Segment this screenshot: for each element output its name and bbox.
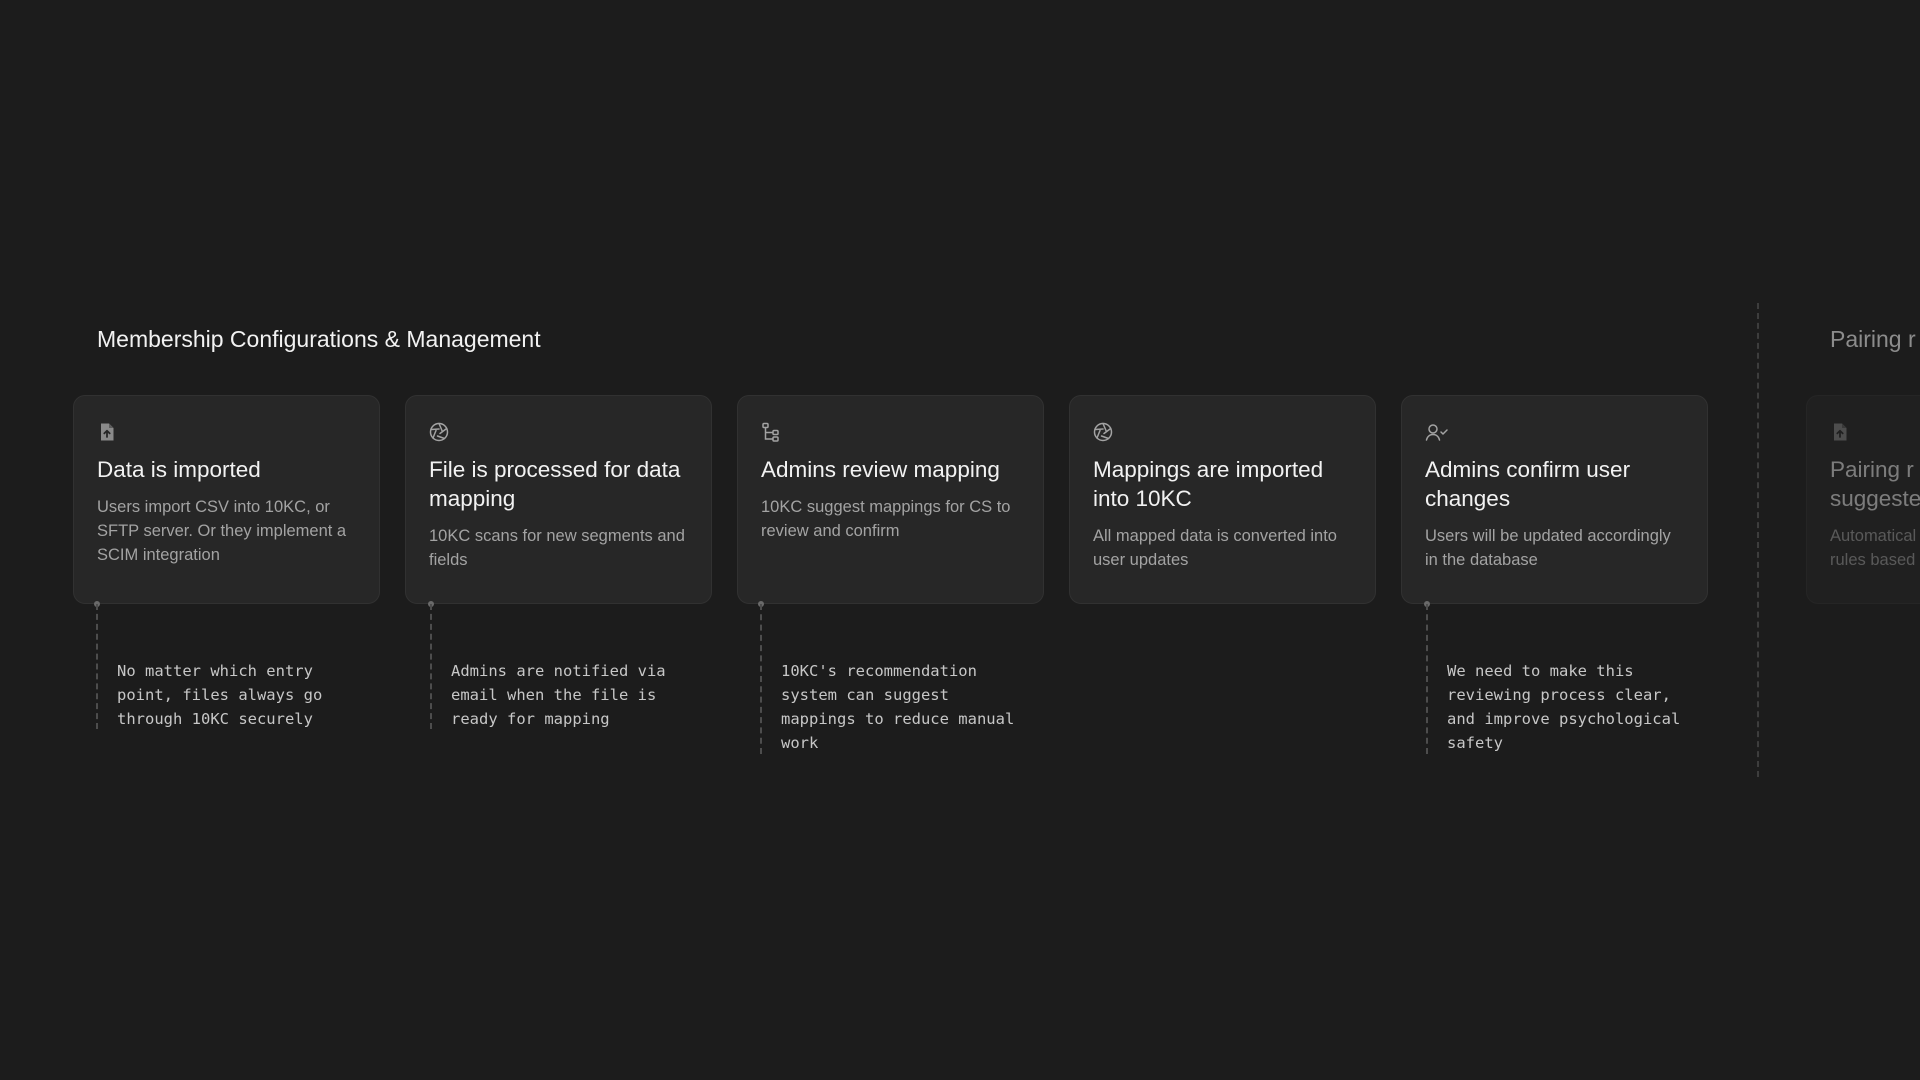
aperture-icon (429, 422, 449, 442)
file-upload-icon (97, 422, 117, 442)
note-connector-line (1426, 604, 1428, 754)
aperture-icon (1093, 422, 1113, 442)
note-text: We need to make this reviewing process c… (1447, 662, 1681, 752)
card-title: Admins review mapping (761, 457, 1000, 482)
step-card-data-imported[interactable]: Data is imported Users import CSV into 1… (73, 395, 380, 604)
note-connector-line (760, 604, 762, 754)
note-text: 10KC's recommendation system can suggest… (781, 662, 1015, 752)
note-connector-line (96, 604, 98, 729)
section-divider (1757, 303, 1759, 777)
file-upload-icon (1830, 422, 1850, 442)
card-description: 10KC scans for new segments and fields (429, 527, 685, 569)
card-title: Data is imported (97, 457, 261, 482)
step-card-pairing[interactable]: Pairing r suggeste Automatical rules bas… (1806, 395, 1920, 604)
card-description: All mapped data is converted into user u… (1093, 527, 1337, 569)
card-description: Users import CSV into 10KC, or SFTP serv… (97, 498, 347, 564)
note-text: No matter which entry point, files alway… (117, 662, 323, 728)
note-text: Admins are notified via email when the f… (451, 662, 666, 728)
card-title: Mappings are imported into 10KC (1093, 457, 1324, 511)
note-connector-line (430, 604, 432, 729)
card-title: Pairing r suggeste (1830, 457, 1920, 511)
card-description: 10KC suggest mappings for CS to review a… (761, 498, 1011, 540)
step-card-file-processed[interactable]: File is processed for data mapping 10KC … (405, 395, 712, 604)
card-description: Users will be updated accordingly in the… (1425, 527, 1671, 569)
card-description: Automatical rules based (1830, 527, 1917, 569)
next-section-title: Pairing r (1830, 326, 1916, 352)
card-title: Admins confirm user changes (1425, 457, 1631, 511)
step-card-admins-review[interactable]: Admins review mapping 10KC suggest mappi… (737, 395, 1044, 604)
tree-structure-icon (761, 422, 781, 442)
user-check-icon (1425, 422, 1448, 442)
step-card-mappings-imported[interactable]: Mappings are imported into 10KC All mapp… (1069, 395, 1376, 604)
section-title: Membership Configurations & Management (97, 326, 541, 352)
step-card-admins-confirm[interactable]: Admins confirm user changes Users will b… (1401, 395, 1708, 604)
card-title: File is processed for data mapping (429, 457, 681, 511)
